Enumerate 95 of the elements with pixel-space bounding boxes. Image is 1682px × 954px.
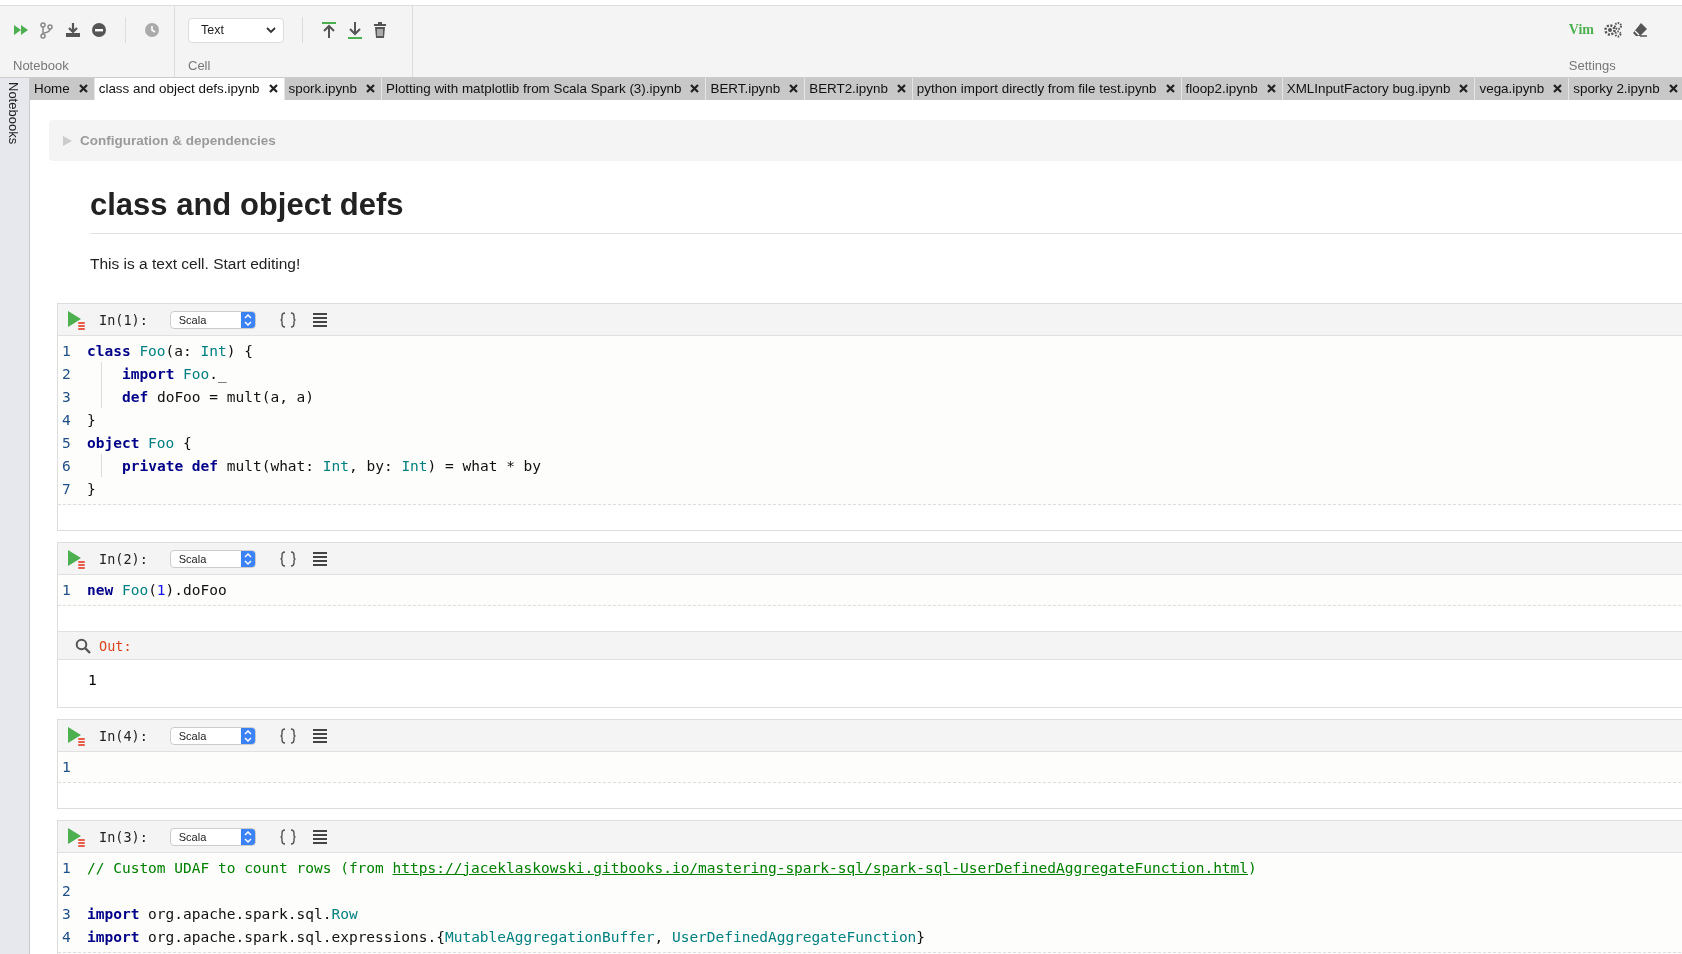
close-icon[interactable] bbox=[788, 83, 800, 94]
close-icon[interactable] bbox=[895, 83, 907, 94]
notebook-tab[interactable]: vega.ipynb bbox=[1475, 78, 1570, 100]
run-cell-icon[interactable] bbox=[67, 547, 86, 570]
code-line: import Foo._ bbox=[122, 365, 227, 382]
notebook-tab[interactable]: Plotting with matplotlib from Scala Spark (3).ipynb bbox=[382, 78, 707, 100]
line-number: 1 bbox=[61, 859, 72, 876]
caret-icon bbox=[266, 26, 276, 34]
notebook-tab[interactable]: sporky 2.ipynb bbox=[1569, 78, 1682, 100]
line-number: 2 bbox=[61, 365, 72, 382]
notebook-tab[interactable]: class and object defs.ipynb bbox=[94, 78, 285, 100]
line-number: 3 bbox=[61, 388, 72, 405]
cell-prompt: In(4): bbox=[99, 727, 148, 744]
stepper-icon bbox=[240, 550, 255, 567]
code-editor[interactable]: 1 bbox=[58, 752, 1682, 783]
cell-prompt: In(1): bbox=[99, 311, 148, 328]
braces-icon[interactable] bbox=[279, 828, 296, 845]
notebook-tab[interactable]: BERT.ipynb bbox=[706, 78, 806, 100]
code-line: import org.apache.spark.sql.expressions.{MutableAggregationBuffer, UserDefinedAggregateFunction} bbox=[87, 928, 926, 945]
notebook-tab[interactable]: XMLInputFactory bug.ipynb bbox=[1282, 78, 1476, 100]
code-editor[interactable]: 1 new Foo(1).doFoo bbox=[58, 575, 1682, 606]
close-icon[interactable] bbox=[365, 83, 376, 94]
move-up-icon[interactable] bbox=[321, 21, 337, 39]
language-dropdown[interactable]: Scala bbox=[169, 726, 256, 745]
language-dropdown[interactable]: Scala bbox=[169, 310, 256, 329]
close-icon[interactable] bbox=[1667, 83, 1679, 94]
run-cell-icon[interactable] bbox=[67, 724, 86, 747]
notebook-tab[interactable]: Home bbox=[30, 78, 95, 100]
search-icon[interactable] bbox=[75, 637, 91, 654]
close-icon[interactable] bbox=[267, 83, 279, 94]
code-line: class Foo(a: Int) { bbox=[87, 342, 253, 359]
download-icon[interactable] bbox=[65, 22, 81, 38]
group-label: Notebook bbox=[13, 58, 70, 73]
stepper-icon bbox=[240, 727, 255, 744]
trash-icon[interactable] bbox=[373, 22, 387, 38]
cell-type-dropdown[interactable]: Text bbox=[188, 17, 284, 43]
url-link[interactable]: https://jaceklaskowski.gitbooks.io/mastering-spark-sql/spark-sql-UserDefinedAggregateFunction.html bbox=[392, 859, 1249, 876]
line-number: 2 bbox=[61, 882, 72, 899]
notebook-tab[interactable]: python import directly from file test.ipynb bbox=[912, 78, 1182, 100]
move-down-icon[interactable] bbox=[347, 21, 363, 39]
cell-prompt: In(2): bbox=[99, 550, 148, 567]
line-number: 7 bbox=[61, 480, 72, 497]
code-line: private def mult(what: Int, by: Int) = what * by bbox=[122, 457, 542, 474]
code-editor[interactable] bbox=[58, 853, 1682, 953]
notebook-tab[interactable]: floop2.ipynb bbox=[1181, 78, 1283, 100]
output-text: 1 bbox=[88, 672, 97, 688]
list-icon[interactable] bbox=[311, 311, 328, 328]
list-icon[interactable] bbox=[311, 550, 328, 567]
code-line: new Foo(1).doFoo bbox=[87, 581, 227, 598]
notebook-tab[interactable]: spork.ipynb bbox=[284, 78, 382, 100]
output-label: Out: bbox=[99, 637, 132, 654]
run-cell-icon[interactable] bbox=[67, 308, 86, 331]
language-dropdown[interactable]: Scala bbox=[169, 549, 256, 568]
line-number: 3 bbox=[61, 905, 72, 922]
language-dropdown[interactable]: Scala bbox=[169, 827, 256, 846]
braces-icon[interactable] bbox=[279, 311, 296, 328]
list-icon[interactable] bbox=[311, 828, 328, 845]
line-number: 1 bbox=[61, 342, 72, 359]
group-label: Settings bbox=[1568, 58, 1617, 73]
cell-prompt: In(3): bbox=[99, 828, 148, 845]
code-editor[interactable]: 1 class Foo(a: Int) { 2 import Foo._ 3 def doFoo = mult(a, a) 4 } 5 object Foo { 6 private def mult(what: Int, by: Int) = what * by 7 } bbox=[58, 336, 1682, 505]
sidebar-tab[interactable]: Notebooks bbox=[0, 78, 27, 149]
close-icon[interactable] bbox=[689, 83, 701, 94]
stepper-icon bbox=[240, 311, 255, 328]
run-all-icon[interactable] bbox=[13, 22, 29, 38]
code-line: object Foo { bbox=[87, 434, 192, 451]
group-label: Cell bbox=[188, 58, 212, 73]
code-line: } bbox=[87, 480, 96, 497]
close-icon[interactable] bbox=[1164, 83, 1176, 94]
notebook-tab[interactable]: BERT2.ipynb bbox=[805, 78, 913, 100]
code-line: } bbox=[87, 411, 96, 428]
line-number: 1 bbox=[61, 758, 72, 775]
braces-icon[interactable] bbox=[279, 550, 296, 567]
line-number: 4 bbox=[61, 411, 72, 428]
close-icon[interactable] bbox=[1458, 83, 1470, 94]
branch-icon[interactable] bbox=[39, 21, 55, 39]
gears-icon[interactable] bbox=[1604, 22, 1622, 38]
code-line: def doFoo = mult(a, a) bbox=[122, 388, 315, 405]
text-paragraph: This is a text cell. Start editing! bbox=[90, 254, 302, 274]
line-number: 1 bbox=[61, 581, 72, 598]
stepper-icon bbox=[240, 828, 255, 845]
stop-icon[interactable] bbox=[91, 22, 107, 38]
run-cell-icon[interactable] bbox=[67, 825, 86, 848]
line-number: 5 bbox=[61, 434, 72, 451]
line-number: 4 bbox=[61, 928, 72, 945]
list-icon[interactable] bbox=[311, 727, 328, 744]
notebook-heading: class and object defs bbox=[90, 187, 1682, 234]
close-icon[interactable] bbox=[1552, 83, 1564, 94]
code-line: // Custom UDAF to count rows (from https://jaceklaskowski.gitbooks.io/mastering-spark-sql/spark-sql-UserDefinedAggregateFunction.html) bbox=[87, 859, 1257, 876]
code-line: import org.apache.spark.sql.Row bbox=[87, 905, 358, 922]
line-number: 6 bbox=[61, 457, 72, 474]
eraser-icon[interactable] bbox=[1632, 22, 1648, 38]
braces-icon[interactable] bbox=[279, 727, 296, 744]
close-icon[interactable] bbox=[1265, 83, 1277, 94]
close-icon[interactable] bbox=[77, 83, 89, 94]
